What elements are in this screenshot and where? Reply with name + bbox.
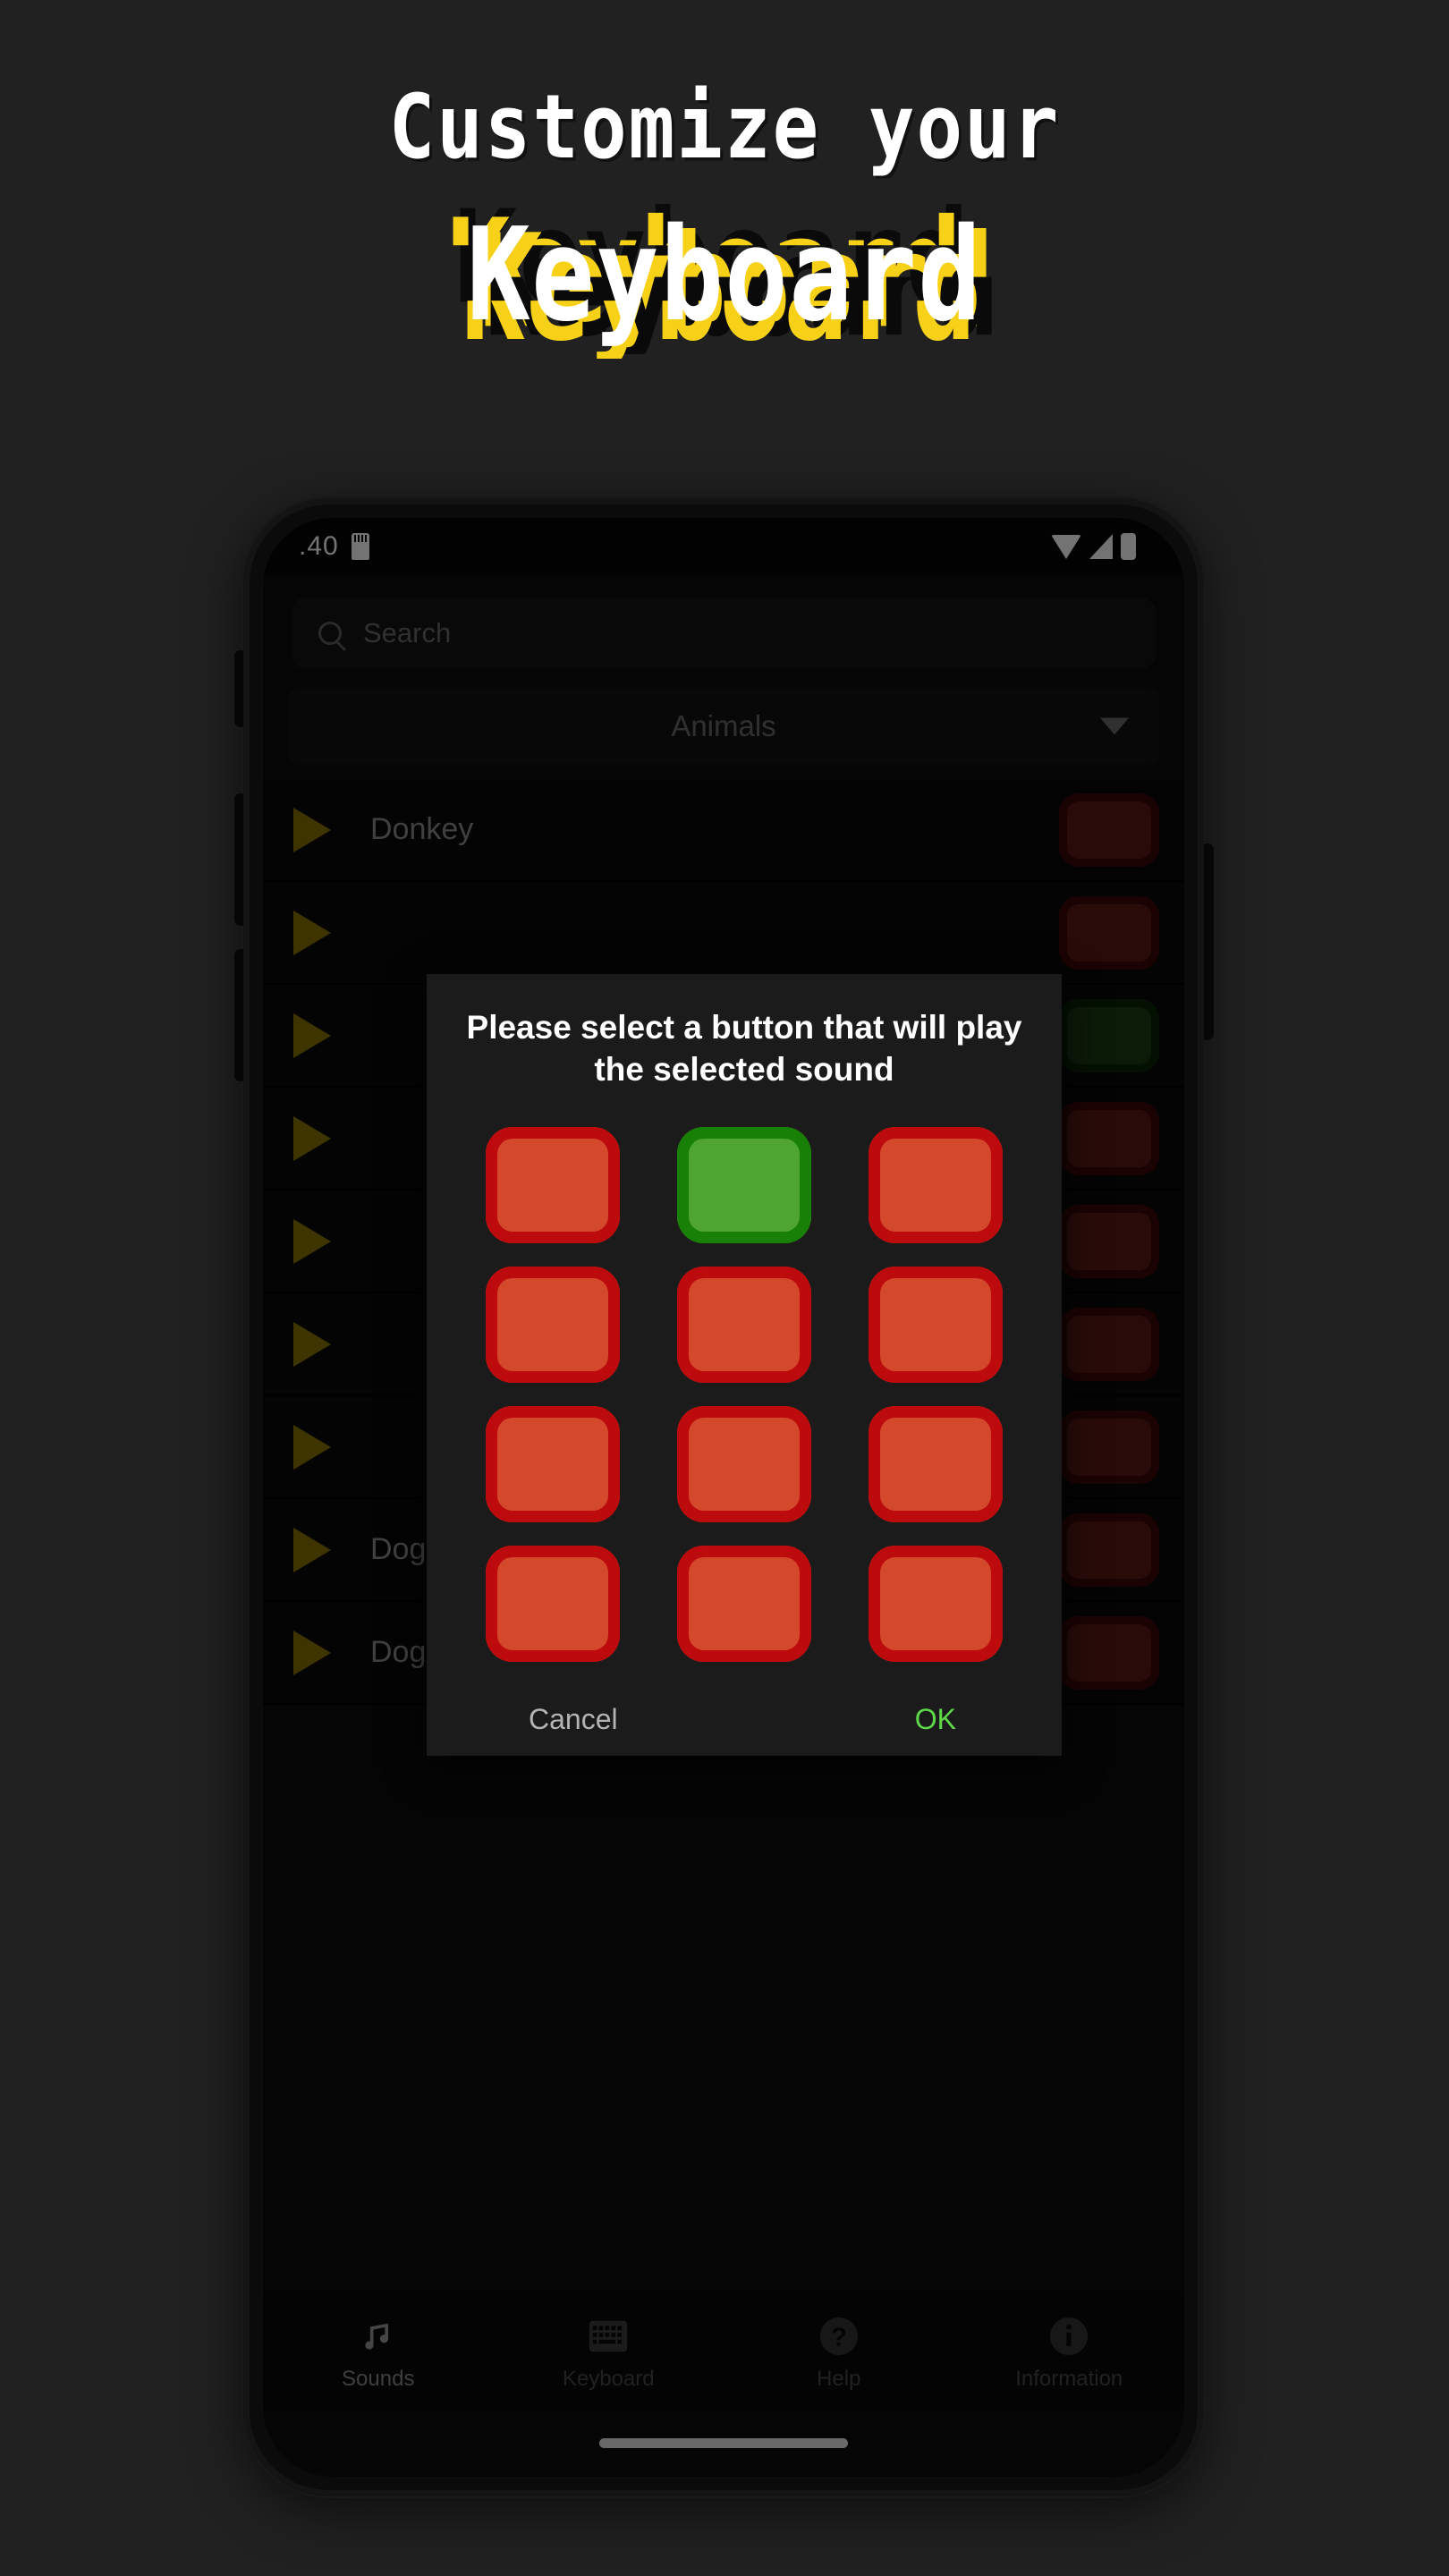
phone-side-button-volume-down[interactable] xyxy=(234,949,247,1081)
cancel-button[interactable]: Cancel xyxy=(529,1703,618,1736)
hero-title-line1: Customize your xyxy=(388,74,1061,179)
select-button-dialog: Please select a button that will play th… xyxy=(427,974,1062,1756)
hero-title-line2-wrapper: Keyboard Keyboard Keyboard Keyboard Keyb… xyxy=(447,193,999,359)
pad-button-1[interactable] xyxy=(486,1126,620,1243)
phone-side-button-power[interactable] xyxy=(1200,843,1214,1040)
hero-title-line2: Keyboard xyxy=(466,199,983,351)
ok-button[interactable]: OK xyxy=(915,1703,956,1736)
pad-button-11[interactable] xyxy=(677,1545,811,1662)
hero-banner: Customize your Keyboard Keyboard Keyboar… xyxy=(0,0,1449,474)
pad-button-5[interactable] xyxy=(677,1266,811,1383)
phone-side-button-mute[interactable] xyxy=(234,650,247,727)
pad-button-12[interactable] xyxy=(869,1545,1003,1662)
hero-title-line2-glitch: Keyboard Keyboard Keyboard Keyboard Keyb… xyxy=(447,193,999,359)
dialog-title: Please select a button that will play th… xyxy=(466,1009,1022,1089)
pad-button-8[interactable] xyxy=(677,1405,811,1522)
screenshot-root: Customize your Keyboard Keyboard Keyboar… xyxy=(0,0,1449,2576)
button-pad-grid xyxy=(457,1126,1031,1662)
pad-button-4[interactable] xyxy=(486,1266,620,1383)
pad-button-10[interactable] xyxy=(486,1545,620,1662)
pad-button-6[interactable] xyxy=(869,1266,1003,1383)
dialog-actions: Cancel OK xyxy=(457,1703,1031,1736)
pad-button-3[interactable] xyxy=(869,1126,1003,1243)
phone-frame: .40 Search Animals xyxy=(234,498,1214,2496)
pad-button-7[interactable] xyxy=(486,1405,620,1522)
phone-screen: .40 Search Animals xyxy=(263,518,1184,2477)
phone-side-button-volume-up[interactable] xyxy=(234,793,247,926)
pad-button-2[interactable] xyxy=(677,1126,811,1243)
pad-button-9[interactable] xyxy=(869,1405,1003,1522)
